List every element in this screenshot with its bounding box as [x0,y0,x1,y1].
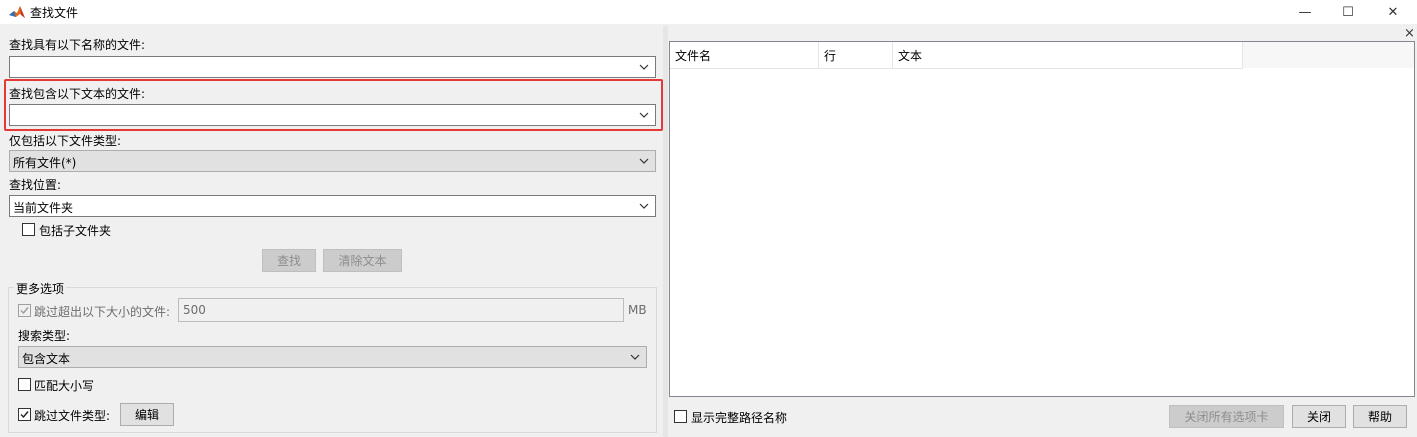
skip-types-label: 跳过文件类型: [34,409,111,423]
location-label: 查找位置: [9,178,62,192]
close-button[interactable]: 关闭 [1292,405,1346,428]
matlab-logo-icon [9,6,25,18]
text-combo[interactable] [9,104,656,126]
column-header-text[interactable]: 文本 [893,42,1243,68]
chevron-down-icon [639,64,649,70]
help-button[interactable]: 帮助 [1353,405,1407,428]
window-close-button[interactable]: ✕ [1370,0,1416,24]
skip-size-checkbox[interactable] [18,304,31,317]
edit-button[interactable]: 编辑 [120,403,174,426]
match-case-label: 匹配大小写 [34,379,95,393]
show-full-path-checkbox[interactable] [674,410,687,423]
type-combo[interactable]: 所有文件(*) [9,150,656,172]
search-type-label: 搜索类型: [18,329,71,343]
skip-size-label: 跳过超出以下大小的文件: [34,305,171,319]
chevron-down-icon [639,203,649,209]
title-bar [0,0,1417,24]
name-combo[interactable] [9,56,656,78]
subfolder-checkbox[interactable] [22,223,35,236]
text-label: 查找包含以下文本的文件: [9,87,146,101]
column-header-filler [1243,42,1414,68]
splitter[interactable] [663,26,668,437]
skip-size-value: 500 [183,303,206,317]
more-options-legend: 更多选项 [14,280,67,297]
search-type-combo[interactable]: 包含文本 [18,346,647,368]
size-unit-label: MB [628,303,647,317]
results-table[interactable] [669,41,1415,397]
skip-size-input[interactable]: 500 [178,298,624,322]
type-label: 仅包括以下文件类型: [9,134,122,148]
skip-types-checkbox[interactable] [18,408,31,421]
subfolder-label: 包括子文件夹 [39,224,112,238]
name-label: 查找具有以下名称的文件: [9,38,146,52]
clear-text-button[interactable]: 清除文本 [323,249,402,272]
show-full-path-label: 显示完整路径名称 [691,411,788,425]
window-title: 查找文件 [30,6,79,20]
column-header-line[interactable]: 行 [819,42,893,68]
search-type-value: 包含文本 [22,352,71,366]
check-icon [20,307,29,315]
close-pane-icon[interactable]: × [1404,27,1415,40]
match-case-checkbox[interactable] [18,378,31,391]
chevron-down-icon [630,354,640,360]
column-header-filename[interactable]: 文件名 [670,42,819,68]
check-icon [20,411,29,419]
chevron-down-icon [639,112,649,118]
minimize-button[interactable]: — [1282,0,1328,24]
type-combo-value: 所有文件(*) [13,156,77,170]
location-combo-value: 当前文件夹 [13,201,74,215]
chevron-down-icon [639,158,649,164]
close-all-tabs-button[interactable]: 关闭所有选项卡 [1169,405,1284,428]
find-button[interactable]: 查找 [262,249,316,272]
location-combo[interactable]: 当前文件夹 [9,195,656,217]
header-divider [670,68,1243,69]
maximize-button[interactable]: ☐ [1325,0,1371,24]
